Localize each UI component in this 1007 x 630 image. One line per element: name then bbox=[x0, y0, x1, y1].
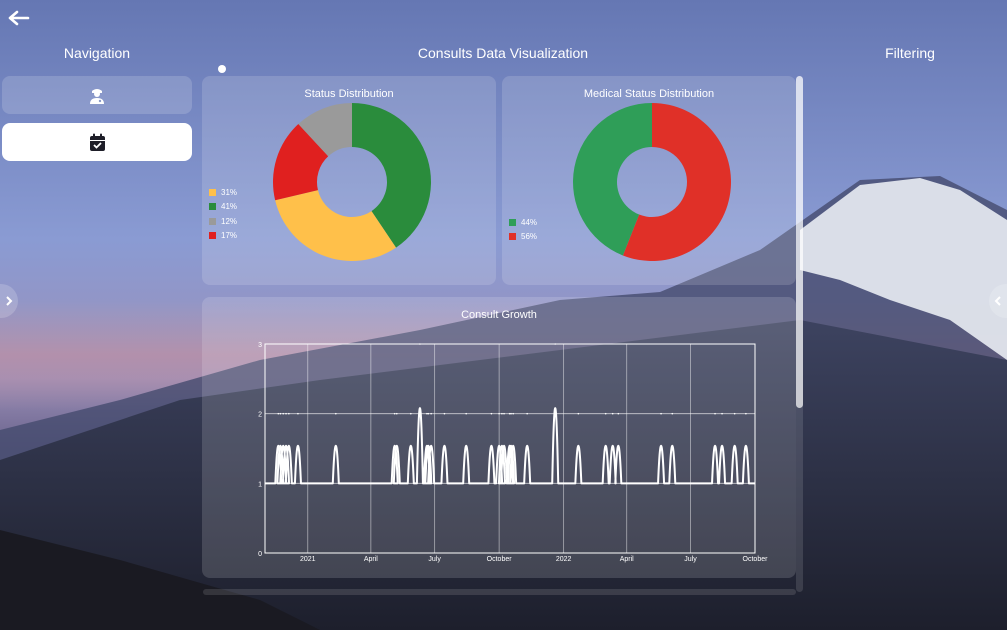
data-point[interactable] bbox=[554, 343, 557, 345]
data-point[interactable] bbox=[660, 412, 662, 415]
data-point[interactable] bbox=[498, 412, 500, 415]
legend-item: 44% bbox=[509, 215, 537, 230]
data-point[interactable] bbox=[577, 412, 580, 415]
nav-item-doctors[interactable] bbox=[2, 76, 192, 114]
page-title: Consults Data Visualization bbox=[417, 45, 589, 61]
navigation-title: Navigation bbox=[63, 45, 131, 61]
data-point[interactable] bbox=[490, 412, 493, 415]
data-point[interactable] bbox=[419, 343, 421, 345]
medical-donut-chart bbox=[573, 103, 731, 261]
chevron-left-icon bbox=[994, 296, 1001, 306]
medical-status-card: Medical Status Distribution 44% 56% bbox=[502, 76, 796, 285]
data-point[interactable] bbox=[510, 412, 512, 415]
back-arrow-icon[interactable] bbox=[8, 8, 30, 28]
data-point[interactable] bbox=[604, 412, 607, 415]
data-point[interactable] bbox=[285, 412, 287, 415]
series-line bbox=[265, 407, 755, 485]
data-point[interactable] bbox=[508, 412, 511, 415]
legend-item: 12% bbox=[209, 214, 237, 229]
data-point[interactable] bbox=[443, 412, 446, 415]
calendar-check-icon bbox=[89, 133, 105, 151]
y-tick-label: 3 bbox=[258, 342, 262, 349]
data-point[interactable] bbox=[277, 412, 280, 415]
filtering-title: Filtering bbox=[885, 45, 935, 61]
data-point[interactable] bbox=[714, 412, 716, 415]
x-tick-label: October bbox=[743, 556, 769, 563]
data-point[interactable] bbox=[430, 412, 432, 415]
data-point[interactable] bbox=[465, 412, 467, 415]
legend-item: 31% bbox=[209, 185, 237, 200]
x-tick-label: April bbox=[364, 556, 378, 563]
data-point[interactable] bbox=[526, 412, 528, 415]
data-point[interactable] bbox=[279, 412, 282, 415]
x-tick-label: 2021 bbox=[300, 556, 316, 563]
status-chart-title: Status Distribution bbox=[304, 88, 394, 100]
next-card-edge bbox=[203, 589, 796, 595]
data-point[interactable] bbox=[393, 412, 396, 415]
data-point[interactable] bbox=[297, 412, 299, 415]
doctor-icon bbox=[90, 89, 104, 104]
indicator-dot bbox=[218, 65, 226, 73]
scrollbar-thumb[interactable] bbox=[796, 76, 803, 408]
consult-growth-card: Consult Growth 0 1 2 3 2021 April July October 2… bbox=[202, 297, 796, 578]
legend-item: 56% bbox=[509, 230, 537, 245]
data-point[interactable] bbox=[671, 412, 674, 415]
data-point[interactable] bbox=[282, 412, 285, 415]
data-point[interactable] bbox=[395, 412, 398, 415]
data-point[interactable] bbox=[503, 412, 505, 415]
y-tick-label: 1 bbox=[258, 481, 262, 488]
data-point[interactable] bbox=[335, 412, 337, 415]
donut-slice[interactable] bbox=[275, 190, 397, 261]
x-tick-label: 2022 bbox=[556, 556, 572, 563]
data-point[interactable] bbox=[410, 412, 412, 415]
scrollbar[interactable] bbox=[796, 76, 803, 592]
y-tick-label: 2 bbox=[258, 412, 262, 419]
data-point[interactable] bbox=[611, 412, 614, 415]
data-point[interactable] bbox=[721, 412, 723, 415]
x-tick-label: October bbox=[487, 556, 513, 563]
nav-item-consults[interactable] bbox=[2, 123, 192, 161]
x-tick-label: July bbox=[684, 556, 697, 563]
data-point[interactable] bbox=[426, 412, 428, 415]
medical-legend: 44% 56% bbox=[509, 215, 537, 244]
chevron-right-icon bbox=[6, 296, 13, 306]
status-donut-chart bbox=[273, 103, 431, 261]
legend-item: 41% bbox=[209, 200, 237, 215]
data-point[interactable] bbox=[288, 412, 290, 415]
consult-growth-line-chart: 0 1 2 3 2021 April July October 2022 April July Oct… bbox=[258, 342, 769, 563]
x-tick-label: July bbox=[428, 556, 441, 563]
data-point[interactable] bbox=[733, 412, 736, 415]
status-distribution-card: Status Distribution 31% 41% 12% 17% bbox=[202, 76, 496, 285]
status-legend: 31% 41% 12% 17% bbox=[209, 185, 237, 243]
data-point[interactable] bbox=[512, 412, 514, 415]
data-point[interactable] bbox=[501, 412, 503, 415]
data-point[interactable] bbox=[427, 412, 430, 415]
medical-chart-title: Medical Status Distribution bbox=[583, 88, 715, 100]
data-point[interactable] bbox=[745, 412, 747, 415]
legend-item: 17% bbox=[209, 229, 237, 244]
y-tick-label: 0 bbox=[258, 551, 262, 558]
data-point[interactable] bbox=[617, 412, 620, 415]
x-tick-label: April bbox=[620, 556, 634, 563]
